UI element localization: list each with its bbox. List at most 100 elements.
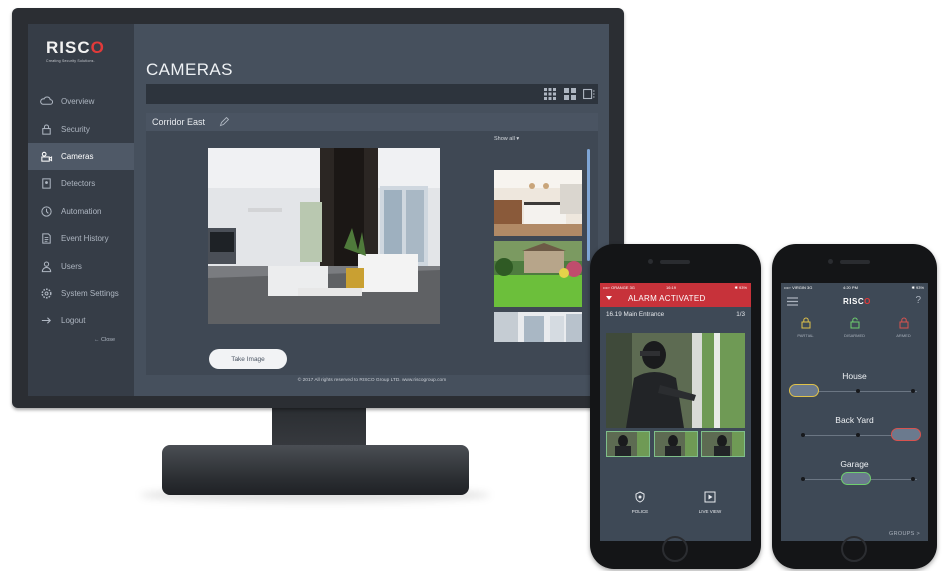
live-view-label: LIVE VIEW xyxy=(698,509,722,514)
camera-thumbnail-kitchen[interactable] xyxy=(494,170,582,236)
play-icon xyxy=(704,491,716,503)
sidebar-item-label: System Settings xyxy=(61,288,119,298)
risco-logo: RISCO Creating Security Solutions. xyxy=(46,38,126,63)
single-view-icon[interactable] xyxy=(583,88,595,100)
alarm-thumbnail[interactable] xyxy=(654,431,698,457)
risco-logo: RISCO xyxy=(843,297,871,306)
automation-icon xyxy=(40,205,53,218)
event-description: 16.19 Main Entrance xyxy=(606,311,665,318)
phone-camera xyxy=(828,259,833,264)
phone-security: ••••◦ VIRGIN 3G 4:20 PM ✱ 93% RISCO ? PA… xyxy=(772,244,937,569)
sidebar-item-event-history[interactable]: Event History xyxy=(28,225,134,252)
alarm-title: ALARM ACTIVATED xyxy=(628,294,706,303)
mode-armed[interactable]: ARMED xyxy=(881,317,926,338)
pencil-icon[interactable] xyxy=(219,117,229,127)
phone-speaker xyxy=(660,260,690,264)
alarm-thumbnails xyxy=(606,431,745,457)
sidebar-item-cameras[interactable]: Cameras xyxy=(28,142,134,171)
sidebar-item-users[interactable]: Users xyxy=(28,252,134,279)
sidebar-item-label: Detectors xyxy=(61,179,96,189)
logo-accent: O xyxy=(864,297,871,306)
home-button[interactable] xyxy=(841,536,867,562)
phone-security-screen: ••••◦ VIRGIN 3G 4:20 PM ✱ 93% RISCO ? PA… xyxy=(781,283,928,541)
camera-icon xyxy=(40,150,53,163)
sidebar-item-security[interactable]: Security xyxy=(28,115,134,142)
groups-link[interactable]: GROUPS > xyxy=(889,531,920,537)
sidebar-item-label: Cameras xyxy=(61,151,94,161)
sidebar-item-automation[interactable]: Automation xyxy=(28,198,134,225)
sidebar-item-label: Users xyxy=(61,261,82,271)
zone-slider-knob[interactable] xyxy=(841,472,871,485)
page-footer: © 2017 All rights reserved to RISCO Grou… xyxy=(297,378,447,383)
desktop-monitor: RISCO Creating Security Solutions. Overv… xyxy=(12,8,624,408)
slider-stop xyxy=(801,433,805,437)
camera-main-view[interactable] xyxy=(208,148,440,324)
monitor-stand xyxy=(162,445,469,495)
history-icon xyxy=(40,232,53,245)
camera-name: Corridor East xyxy=(152,117,206,127)
grid-4-icon[interactable] xyxy=(564,88,576,100)
logo-tagline: Creating Security Solutions. xyxy=(46,59,95,63)
sidebar-nav: Overview Security Cameras Detectors Auto… xyxy=(28,88,134,335)
camera-thumbnail-backyard[interactable] xyxy=(494,241,582,307)
mode-partial[interactable]: PARTIAL xyxy=(783,317,828,338)
sidebar-item-label: Overview xyxy=(61,97,95,107)
sidebar-item-label: Logout xyxy=(61,316,86,326)
sidebar-item-label: Automation xyxy=(61,206,102,216)
lock-icon xyxy=(40,123,53,136)
page-title: CAMERAS xyxy=(146,60,233,79)
logout-icon xyxy=(40,314,53,327)
mode-label: ARMED xyxy=(896,333,911,338)
zone-slider-knob[interactable] xyxy=(789,384,819,397)
slider-stop xyxy=(856,433,860,437)
logo-text: RISC xyxy=(46,38,91,57)
zone-name: House xyxy=(842,371,867,381)
lock-icon xyxy=(801,317,810,329)
camera-thumbnail-living[interactable] xyxy=(494,312,582,342)
lock-icon xyxy=(899,317,908,329)
sidebar-item-label: Security xyxy=(61,124,90,134)
police-label: POLICE xyxy=(631,509,649,514)
phone-alarm: ••••◦ ORANGE 3G 16:19 ✱ 93% ALARM ACTIVA… xyxy=(590,244,761,569)
grid-9-icon[interactable] xyxy=(544,88,556,100)
mode-label: DISARMED xyxy=(843,333,866,338)
sidebar-item-detectors[interactable]: Detectors xyxy=(28,170,134,197)
zone-house: House xyxy=(781,371,928,409)
alarm-thumbnail[interactable] xyxy=(606,431,650,457)
alarm-banner[interactable]: ALARM ACTIVATED xyxy=(600,290,751,307)
zone-slider-track xyxy=(805,391,917,392)
sidebar-item-overview[interactable]: Overview xyxy=(28,88,134,115)
zone-name: Garage xyxy=(840,459,869,469)
mode-label: PARTIAL xyxy=(797,333,814,338)
sidebar-item-label: Event History xyxy=(61,234,109,244)
live-view-button[interactable]: LIVE VIEW xyxy=(690,491,730,514)
app-header: RISCO ? xyxy=(781,290,928,312)
sidebar-item-logout[interactable]: Logout xyxy=(28,307,134,334)
phone-alarm-screen: ••••◦ ORANGE 3G 16:19 ✱ 93% ALARM ACTIVA… xyxy=(600,283,751,541)
hamburger-menu-icon[interactable] xyxy=(787,297,798,306)
event-counter: 1/3 xyxy=(736,311,745,318)
help-icon[interactable]: ? xyxy=(915,295,921,306)
take-image-button[interactable]: Take Image xyxy=(209,349,287,369)
mode-disarmed[interactable]: DISARMED xyxy=(832,317,877,338)
home-button[interactable] xyxy=(662,536,688,562)
arm-mode-bar: PARTIAL DISARMED ARMED xyxy=(781,317,928,351)
camera-panel: Corridor East Show all ▾ Take Image xyxy=(146,113,598,375)
show-all-dropdown[interactable]: Show all ▾ xyxy=(494,136,519,142)
sidebar-item-system-settings[interactable]: System Settings xyxy=(28,280,134,307)
sidebar-close-link[interactable]: ← Close xyxy=(94,337,115,343)
thumbnail-scrollbar[interactable] xyxy=(587,149,590,261)
slider-stop xyxy=(801,477,805,481)
view-toolbar xyxy=(146,84,598,104)
camera-panel-header: Corridor East xyxy=(146,113,598,131)
sidebar: RISCO Creating Security Solutions. Overv… xyxy=(28,24,134,396)
desktop-screen: RISCO Creating Security Solutions. Overv… xyxy=(28,24,609,396)
zone-slider-knob[interactable] xyxy=(891,428,921,441)
police-icon xyxy=(635,491,645,503)
alarm-thumbnail[interactable] xyxy=(701,431,745,457)
alarm-snapshot[interactable] xyxy=(606,333,745,428)
zone-name: Back Yard xyxy=(835,415,874,425)
police-button[interactable]: POLICE xyxy=(620,491,660,514)
unlock-icon xyxy=(850,317,859,329)
gear-icon xyxy=(40,287,53,300)
